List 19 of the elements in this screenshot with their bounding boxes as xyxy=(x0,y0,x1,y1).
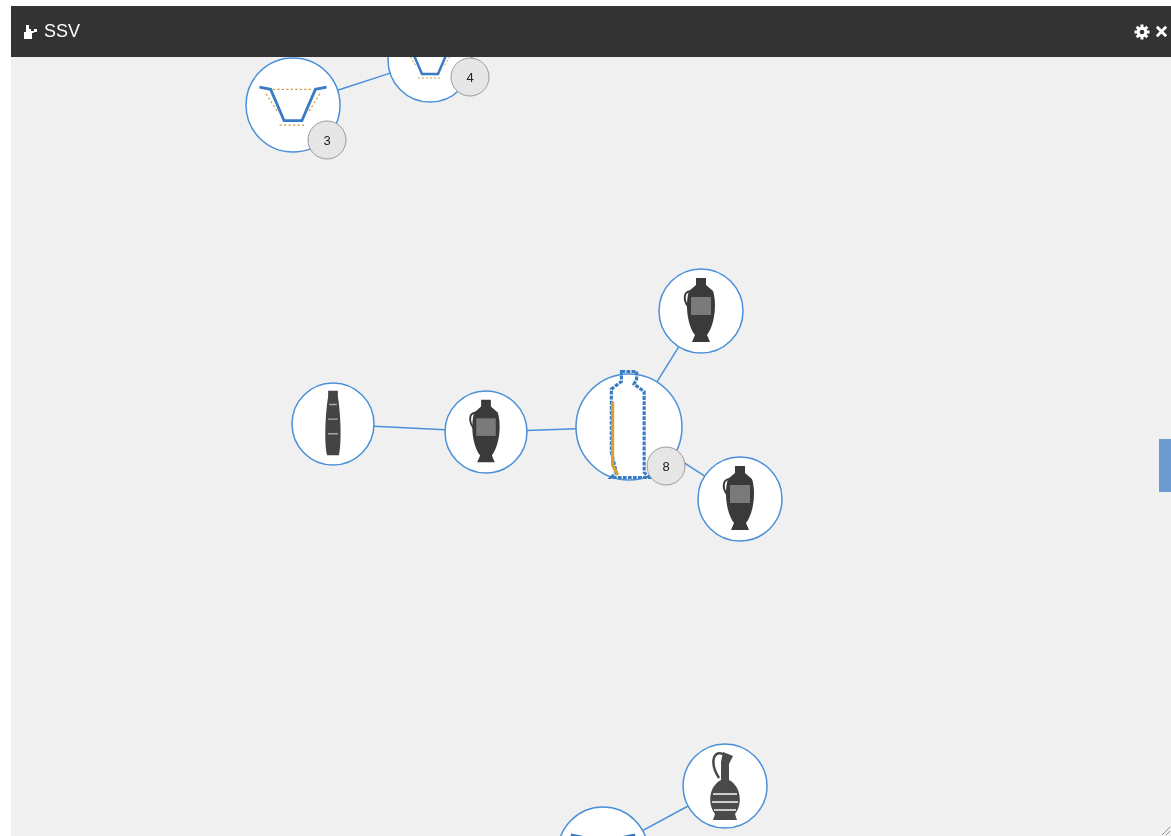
vessel-node[interactable] xyxy=(444,390,528,474)
side-panel-handle[interactable] xyxy=(1159,439,1171,492)
resize-grip-icon[interactable] xyxy=(1162,827,1170,835)
vessel-node[interactable] xyxy=(291,382,375,466)
close-icon[interactable] xyxy=(1155,25,1168,38)
puzzle-icon xyxy=(23,23,39,40)
edge-line xyxy=(336,72,391,92)
settings-icon[interactable] xyxy=(1134,23,1150,40)
edge-line xyxy=(641,805,689,832)
edge-line xyxy=(526,428,577,432)
count-badge: 4 xyxy=(450,57,490,97)
window-title: SSV xyxy=(44,21,81,42)
vessel-node[interactable] xyxy=(697,456,783,542)
count-badge: 8 xyxy=(646,446,686,486)
count-badge: 3 xyxy=(307,120,347,160)
edge-line xyxy=(656,345,680,383)
vessel-node[interactable] xyxy=(682,743,768,829)
vessel-node[interactable] xyxy=(658,268,744,354)
vessel-outline-node[interactable] xyxy=(557,806,649,836)
